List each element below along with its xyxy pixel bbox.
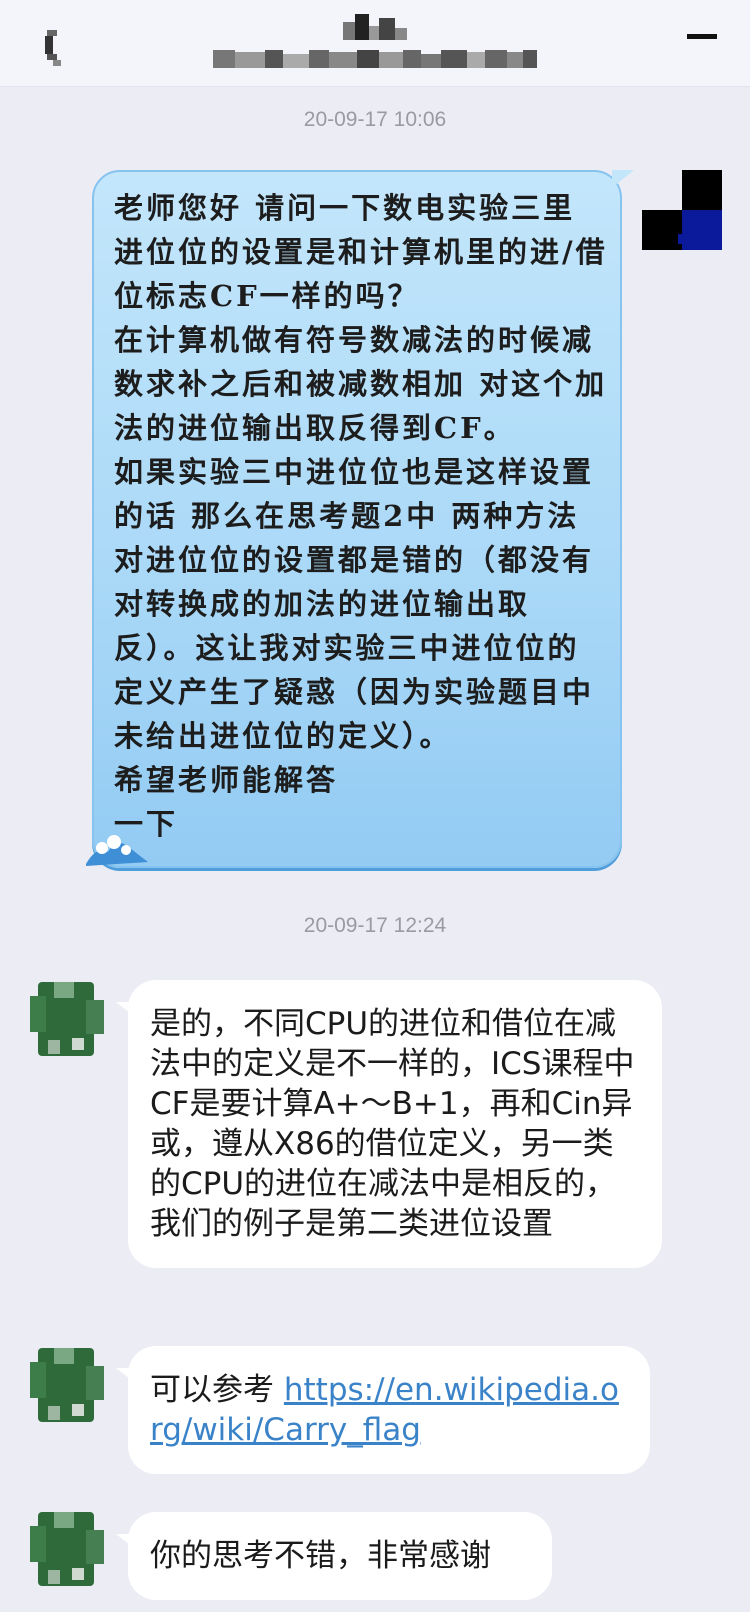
wave-decoration-icon [86, 835, 148, 866]
contact-title-blurred [0, 14, 750, 72]
chat-header [0, 0, 750, 87]
bubble-tail [116, 1002, 134, 1016]
outgoing-message-bubble[interactable]: 老师您好 请问一下数电实验三里 进位位的设置是和计算机里的进/借位标志CF一样的… [86, 170, 634, 868]
message-timestamp: 20-09-17 12:24 [303, 914, 447, 937]
message-timestamp: 20-09-17 10:06 [303, 108, 447, 131]
bubble-tail [116, 1368, 134, 1382]
contact-avatar[interactable] [26, 978, 108, 1060]
contact-avatar[interactable] [26, 1344, 108, 1426]
menu-icon [687, 33, 717, 39]
menu-button[interactable] [682, 22, 722, 50]
incoming-message-bubble[interactable]: 可以参考 https://en.wikipedia.org/wiki/Carry… [116, 1346, 650, 1474]
contact-avatar[interactable] [26, 1508, 108, 1590]
contact-subtitle-pixelated [0, 50, 750, 72]
bubble-tail [612, 170, 634, 188]
incoming-message-text: 你的思考不错，非常感谢 [150, 1538, 491, 1574]
bubble-tail [116, 1534, 134, 1548]
contact-name-pixelated [343, 14, 407, 44]
incoming-message-bubble[interactable]: 你的思考不错，非常感谢 [116, 1512, 552, 1600]
incoming-message-text: 是的，不同CPU的进位和借位在减法中的定义是不一样的，ICS课程中CF是要计算A… [150, 1006, 635, 1242]
outgoing-message-text: 老师您好 请问一下数电实验三里 进位位的设置是和计算机里的进/借位标志CF一样的… [114, 191, 608, 841]
self-avatar[interactable] [642, 170, 722, 250]
incoming-message-text: 可以参考 [150, 1372, 284, 1408]
incoming-message-bubble[interactable]: 是的，不同CPU的进位和借位在减法中的定义是不一样的，ICS课程中CF是要计算A… [116, 980, 662, 1268]
